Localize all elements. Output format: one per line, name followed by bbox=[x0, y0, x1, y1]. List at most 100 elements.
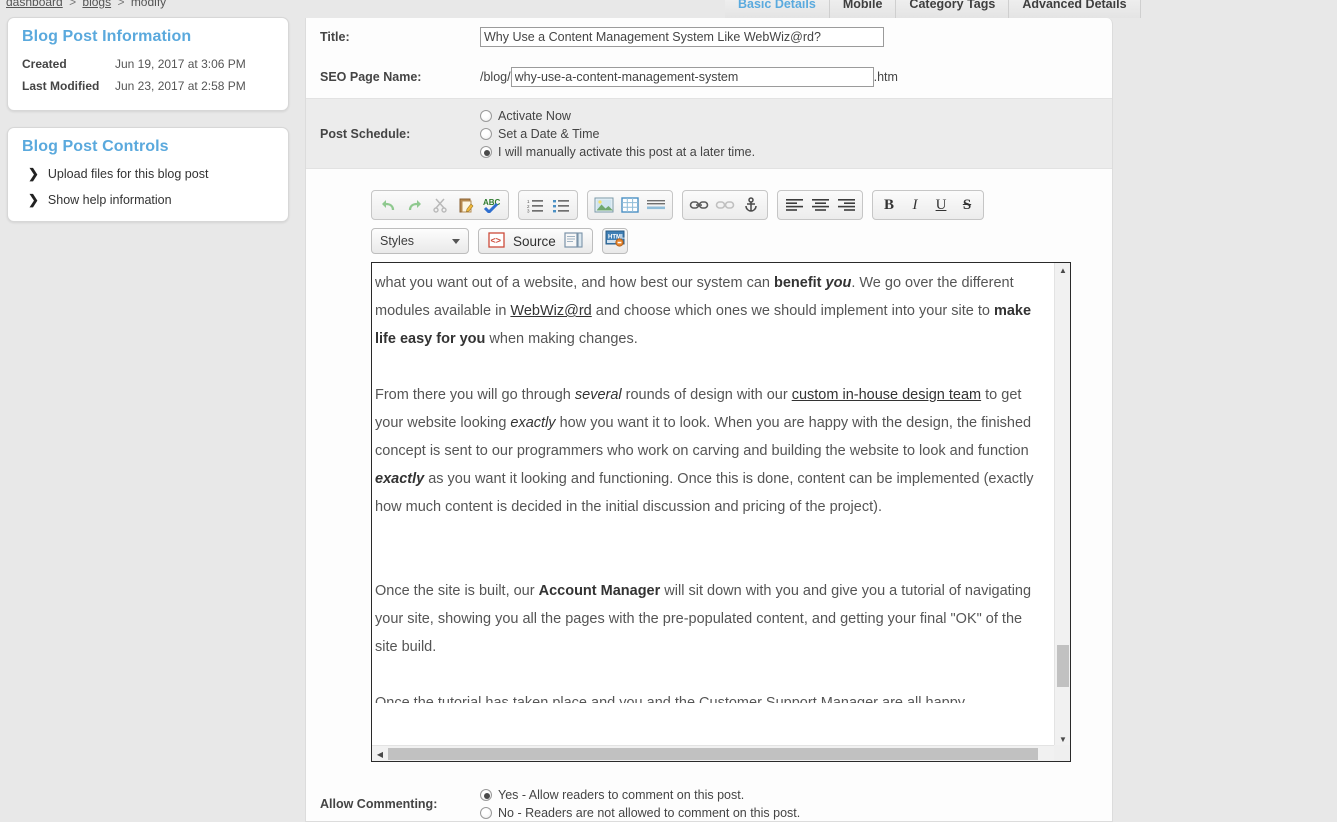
styles-dropdown[interactable]: Styles bbox=[371, 228, 469, 254]
text-run: Once the site is built, our bbox=[375, 583, 539, 599]
breadcrumb-item-blogs[interactable]: blogs bbox=[82, 0, 111, 9]
info-label-created: Created bbox=[22, 57, 67, 71]
unlink-icon[interactable] bbox=[713, 194, 737, 216]
redo-icon[interactable] bbox=[402, 194, 426, 216]
radio-set-date-time[interactable]: Set a Date & Time bbox=[480, 125, 1112, 143]
html-block-icon: HTML bbox=[605, 230, 625, 252]
anchor-icon[interactable] bbox=[739, 194, 763, 216]
undo-icon[interactable] bbox=[376, 194, 400, 216]
source-code-icon: <> bbox=[488, 231, 505, 251]
tab-category-tags[interactable]: Category Tags bbox=[896, 0, 1010, 18]
text-run-link[interactable]: custom in-house design team bbox=[792, 387, 981, 403]
editor-content-area[interactable]: what you want out of a website, and how … bbox=[371, 262, 1071, 762]
allow-commenting-options: Yes - Allow readers to comment on this p… bbox=[480, 786, 1112, 822]
editor-paragraph-1: what you want out of a website, and how … bbox=[375, 269, 1040, 353]
seo-page-name-label: SEO Page Name: bbox=[320, 69, 422, 84]
svg-text:<>: <> bbox=[491, 235, 502, 245]
seo-page-name-input[interactable] bbox=[510, 66, 874, 87]
toolbar-group-clipboard: ABC bbox=[371, 190, 509, 220]
breadcrumb-item-dashboard[interactable]: dashboard bbox=[6, 0, 63, 9]
radio-label: No - Readers are not allowed to comment … bbox=[498, 805, 801, 820]
horizontal-rule-icon[interactable] bbox=[644, 194, 668, 216]
scroll-down-arrow-icon[interactable]: ▼ bbox=[1055, 732, 1070, 746]
radio-button-selected[interactable] bbox=[480, 145, 492, 158]
radio-commenting-no[interactable]: No - Readers are not allowed to comment … bbox=[480, 804, 1112, 822]
radio-activate-now[interactable]: Activate Now bbox=[480, 107, 1112, 125]
paste-icon[interactable] bbox=[454, 194, 478, 216]
radio-button[interactable] bbox=[480, 109, 492, 122]
bulleted-list-icon[interactable] bbox=[549, 194, 573, 216]
chevron-right-icon: ❯ bbox=[28, 166, 39, 181]
radio-button[interactable] bbox=[480, 806, 492, 819]
tab-mobile[interactable]: Mobile bbox=[830, 0, 897, 18]
cut-scissors-icon[interactable] bbox=[428, 194, 452, 216]
italic-icon[interactable]: I bbox=[903, 194, 927, 216]
text-run: and choose which ones we should implemen… bbox=[591, 303, 994, 319]
radio-label: I will manually activate this post at a … bbox=[498, 144, 756, 159]
text-run: rounds of design with our bbox=[621, 387, 792, 403]
text-run: From there you will go through bbox=[375, 387, 575, 403]
text-run-bold-italic: exactly bbox=[375, 471, 425, 487]
radio-commenting-yes[interactable]: Yes - Allow readers to comment on this p… bbox=[480, 786, 1112, 804]
toolbar-group-link bbox=[682, 190, 768, 220]
scroll-up-arrow-icon[interactable]: ▲ bbox=[1055, 263, 1070, 277]
text-run: Once the tutorial has taken place and yo… bbox=[375, 695, 968, 703]
bold-icon[interactable]: B bbox=[877, 194, 901, 216]
allow-commenting-label: Allow Commenting: bbox=[320, 796, 438, 811]
radio-button-selected[interactable] bbox=[480, 788, 492, 801]
panel-title-information: Blog Post Information bbox=[22, 28, 192, 45]
title-control bbox=[480, 26, 1112, 47]
seo-page-name-control: /blog/ .htm bbox=[480, 66, 1112, 87]
align-right-icon[interactable] bbox=[834, 194, 858, 216]
title-row: Title: bbox=[306, 18, 1112, 55]
tab-bar: Basic Details Mobile Category Tags Advan… bbox=[725, 0, 1141, 18]
insert-table-icon[interactable] bbox=[618, 194, 642, 216]
radio-manual-activate[interactable]: I will manually activate this post at a … bbox=[480, 143, 1112, 161]
html-block-button[interactable]: HTML bbox=[601, 228, 628, 254]
sidebar: Blog Post Information Created Jun 19, 20… bbox=[7, 17, 289, 238]
tab-basic-details[interactable]: Basic Details bbox=[725, 0, 830, 18]
text-run-bold: benefit bbox=[773, 275, 826, 291]
spellcheck-abc-icon[interactable]: ABC bbox=[480, 194, 504, 216]
title-input[interactable] bbox=[480, 26, 884, 47]
underline-icon[interactable]: U bbox=[929, 194, 953, 216]
insert-image-icon[interactable] bbox=[592, 194, 616, 216]
blog-post-controls-panel: Blog Post Controls ❯ Upload files for th… bbox=[7, 127, 289, 222]
strikethrough-icon[interactable]: S bbox=[955, 194, 979, 216]
control-show-help[interactable]: ❯ Show help information bbox=[28, 192, 274, 208]
breadcrumb-separator: > bbox=[69, 0, 77, 9]
chevron-right-icon: ❯ bbox=[28, 192, 39, 207]
info-value-last-modified: Jun 23, 2017 at 2:58 PM bbox=[115, 79, 246, 93]
svg-text:3: 3 bbox=[527, 208, 530, 213]
page-preview-icon bbox=[564, 231, 583, 251]
editor-paragraph-3: Once the site is built, our Account Mana… bbox=[375, 577, 1040, 661]
breadcrumb: dashboard > blogs > modify bbox=[6, 0, 166, 9]
rich-text-editor: ABC 123 B I U S Styles <> Source HTML wh… bbox=[371, 190, 1076, 762]
tab-advanced-details[interactable]: Advanced Details bbox=[1009, 0, 1141, 18]
align-left-icon[interactable] bbox=[782, 194, 806, 216]
editor-document[interactable]: what you want out of a website, and how … bbox=[372, 263, 1050, 746]
source-button[interactable]: <> Source bbox=[478, 228, 593, 254]
text-run-link[interactable]: WebWiz@rd bbox=[510, 303, 591, 319]
editor-vertical-scrollbar[interactable]: ▲ ▼ bbox=[1054, 263, 1070, 746]
editor-paragraph-4-clipped: Once the tutorial has taken place and yo… bbox=[375, 689, 1040, 703]
text-run-italic: several bbox=[574, 387, 622, 403]
vertical-scroll-thumb[interactable] bbox=[1057, 645, 1069, 687]
horizontal-scroll-thumb[interactable] bbox=[388, 748, 1038, 760]
editor-paragraph-2: From there you will go through several r… bbox=[375, 381, 1040, 521]
post-schedule-label: Post Schedule: bbox=[320, 126, 411, 141]
radio-button[interactable] bbox=[480, 127, 492, 140]
toolbar-group-insert bbox=[587, 190, 673, 220]
control-upload-files[interactable]: ❯ Upload files for this blog post bbox=[28, 166, 274, 182]
scroll-left-arrow-icon[interactable]: ◀ bbox=[372, 747, 388, 761]
svg-text:HTML: HTML bbox=[608, 235, 625, 241]
link-icon[interactable] bbox=[687, 194, 711, 216]
text-run-bold-italic: you bbox=[825, 275, 852, 291]
editor-toolbar-row-1: ABC 123 B I U S bbox=[371, 190, 1076, 220]
info-row-created: Created Jun 19, 2017 at 3:06 PM bbox=[22, 53, 274, 75]
toolbar-group-format: B I U S bbox=[872, 190, 984, 220]
editor-horizontal-scrollbar[interactable]: ◀ ▶ bbox=[372, 745, 1070, 761]
numbered-list-icon[interactable]: 123 bbox=[523, 194, 547, 216]
align-center-icon[interactable] bbox=[808, 194, 832, 216]
svg-text:ABC: ABC bbox=[483, 198, 501, 207]
